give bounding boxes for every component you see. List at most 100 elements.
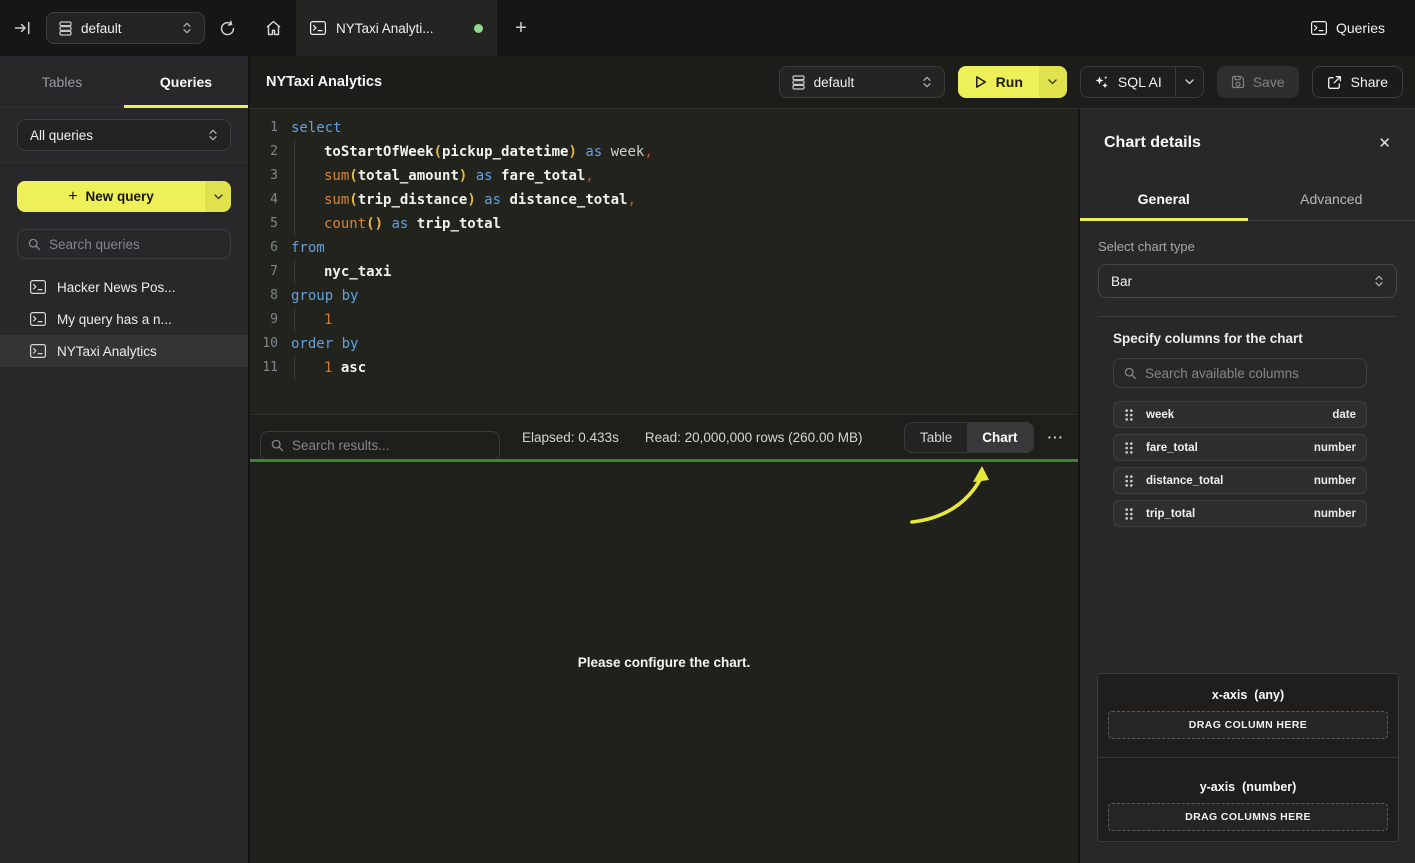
tab-general[interactable]: General — [1080, 177, 1248, 220]
line-number: 2 — [250, 140, 278, 164]
code-line[interactable]: 1select — [250, 116, 1078, 140]
query-list-item[interactable]: Hacker News Pos... — [0, 271, 248, 303]
columns-search[interactable] — [1113, 358, 1367, 388]
code-line[interactable]: 6 from — [250, 236, 1078, 260]
topbar-queries-button[interactable]: Queries — [1311, 0, 1415, 56]
columns-section-label: Specify columns for the chart — [1113, 331, 1367, 346]
code-line[interactable]: 8group by — [250, 284, 1078, 308]
query-list-item[interactable]: My query has a n... — [0, 303, 248, 335]
read-stat: Read: 20,000,000 rows (260.00 MB) — [645, 430, 863, 445]
tab-tables[interactable]: Tables — [0, 56, 124, 107]
new-query-button[interactable]: + New query — [17, 181, 231, 212]
more-options-icon[interactable]: ··· — [1048, 430, 1065, 445]
code-line[interactable]: 7nyc_taxi — [250, 260, 1078, 284]
database-selector[interactable]: default — [46, 12, 205, 44]
tab-advanced[interactable]: Advanced — [1248, 177, 1415, 220]
toolbar-database-selector[interactable]: default — [779, 66, 945, 98]
chart-view-button[interactable]: Chart — [967, 423, 1032, 452]
column-name: distance_total — [1146, 475, 1223, 487]
database-icon — [59, 21, 72, 36]
line-number: 4 — [250, 188, 278, 212]
sql-ai-button[interactable]: SQL AI — [1080, 66, 1204, 98]
drag-handle-icon[interactable] — [1124, 474, 1134, 488]
column-row[interactable]: fare_totalnumber — [1113, 434, 1367, 461]
editor-tab[interactable]: NYTaxi Analyti... — [296, 0, 497, 56]
drag-handle-icon[interactable] — [1124, 441, 1134, 455]
line-number: 8 — [250, 284, 278, 308]
query-list-item[interactable]: NYTaxi Analytics — [0, 335, 248, 367]
query-item-label: NYTaxi Analytics — [57, 344, 157, 359]
divider — [0, 162, 248, 163]
code-line[interactable]: 3 sum(total_amount) as fare_total, — [250, 164, 1078, 188]
terminal-icon — [310, 21, 326, 35]
code-text: order by — [291, 332, 358, 356]
results-bar: Elapsed: 0.433s Read: 20,000,000 rows (2… — [250, 414, 1078, 459]
panel-tabs: General Advanced — [1080, 177, 1415, 221]
query-filter-select[interactable]: All queries — [17, 119, 231, 151]
new-tab-button[interactable]: + — [497, 0, 545, 56]
code-line[interactable]: 10order by — [250, 332, 1078, 356]
active-tab-underline — [1080, 218, 1248, 221]
code-text: from — [291, 236, 325, 260]
code-line[interactable]: 4sum(trip_distance) as distance_total, — [250, 188, 1078, 212]
database-icon — [792, 75, 805, 90]
columns-search-input[interactable] — [1145, 366, 1356, 381]
topbar-left: default — [0, 0, 250, 56]
sql-ai-dropdown[interactable] — [1175, 67, 1203, 97]
column-row[interactable]: trip_totalnumber — [1113, 500, 1367, 527]
sidebar: Tables Queries All queries + New query — [0, 56, 250, 863]
search-icon — [1124, 367, 1137, 380]
chart-empty-message: Please configure the chart. — [578, 655, 751, 670]
terminal-icon — [30, 344, 46, 358]
home-icon[interactable] — [250, 0, 296, 56]
code-line[interactable]: 111 asc — [250, 356, 1078, 380]
column-type: date — [1332, 409, 1356, 421]
column-row[interactable]: distance_totalnumber — [1113, 467, 1367, 494]
code-line[interactable]: 5count() as trip_total — [250, 212, 1078, 236]
new-query-dropdown[interactable] — [205, 181, 231, 212]
query-item-label: My query has a n... — [57, 312, 172, 327]
results-search[interactable] — [260, 431, 500, 461]
y-axis-drop-zone[interactable]: DRAG COLUMNS HERE — [1108, 803, 1388, 831]
column-type: number — [1314, 508, 1356, 520]
table-view-button[interactable]: Table — [905, 423, 967, 452]
query-item-label: Hacker News Pos... — [57, 280, 176, 295]
code-text: sum(total_amount) as fare_total, — [291, 164, 594, 188]
x-axis-type-hint: (any) — [1254, 688, 1284, 702]
y-axis-section: y-axis (number) DRAG COLUMNS HERE — [1098, 757, 1398, 841]
run-button[interactable]: Run — [958, 66, 1067, 98]
editor-tab-label: NYTaxi Analyti... — [336, 21, 464, 36]
close-icon[interactable]: ✕ — [1378, 134, 1391, 152]
code-line[interactable]: 91 — [250, 308, 1078, 332]
chart-type-label: Select chart type — [1098, 239, 1397, 254]
query-search[interactable] — [17, 229, 231, 259]
toolbar-database-value: default — [814, 75, 913, 90]
line-number: 3 — [250, 164, 278, 188]
x-axis-drop-zone[interactable]: DRAG COLUMN HERE — [1108, 711, 1388, 739]
column-row[interactable]: weekdate — [1113, 401, 1367, 428]
drag-handle-icon[interactable] — [1124, 408, 1134, 422]
sql-editor[interactable]: 1select2toStartOfWeek(pickup_datetime) a… — [250, 109, 1078, 414]
y-axis-type-hint: (number) — [1242, 780, 1296, 794]
query-toolbar: NYTaxi Analytics default — [250, 56, 1415, 109]
code-text: count() as trip_total — [291, 212, 501, 236]
code-lines: 1select2toStartOfWeek(pickup_datetime) a… — [250, 116, 1078, 380]
query-search-input[interactable] — [49, 237, 220, 252]
save-button[interactable]: Save — [1217, 66, 1299, 98]
tab-queries[interactable]: Queries — [124, 56, 248, 107]
line-number: 11 — [250, 356, 278, 380]
drag-handle-icon[interactable] — [1124, 507, 1134, 521]
chart-empty-area: Please configure the chart. — [250, 462, 1078, 863]
chart-details-panel: Chart details ✕ General Advanced Select … — [1078, 109, 1415, 863]
results-search-input[interactable] — [292, 438, 489, 453]
line-number: 1 — [250, 116, 278, 140]
code-line[interactable]: 2toStartOfWeek(pickup_datetime) as week, — [250, 140, 1078, 164]
line-number: 6 — [250, 236, 278, 260]
collapse-sidebar-icon[interactable] — [14, 21, 32, 35]
main-column: NYTaxi Analytics default — [250, 56, 1415, 863]
refresh-icon[interactable] — [219, 20, 236, 37]
chart-type-select[interactable]: Bar — [1098, 264, 1397, 298]
share-button[interactable]: Share — [1312, 66, 1403, 98]
query-list: Hacker News Pos... My query has a n... NYT… — [0, 271, 248, 367]
run-dropdown[interactable] — [1039, 66, 1067, 98]
